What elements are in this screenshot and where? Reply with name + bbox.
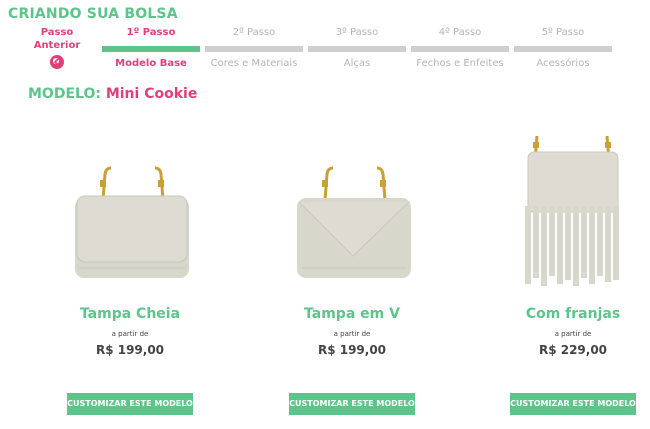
- back-arrow-icon: [50, 55, 64, 69]
- step-1-name: Modelo Base: [115, 58, 187, 69]
- step-5-name: Acessórios: [536, 58, 590, 69]
- bag-image-com-franjas[interactable]: [473, 120, 650, 290]
- page-title: CRIANDO SUA BOLSA: [8, 6, 178, 22]
- price-prefix: a partir de: [554, 330, 592, 338]
- customize-model-button[interactable]: CUSTOMIZAR ESTE MODELO: [289, 393, 415, 415]
- product-price: R$ 199,00: [95, 343, 165, 357]
- previous-step-button[interactable]: Passo Anterior: [22, 26, 92, 69]
- price-prefix: a partir de: [333, 330, 371, 338]
- step-1-number: 1º Passo: [126, 27, 176, 38]
- step-3[interactable]: 3º Passo Alças: [308, 26, 406, 69]
- product-price: R$ 229,00: [538, 343, 608, 357]
- step-3-number: 3º Passo: [335, 27, 379, 38]
- step-5[interactable]: 5º Passo Acessórios: [514, 26, 612, 69]
- product-card-tampa-em-v: Tampa em V a partir de R$ 199,00 CUSTOMI…: [252, 120, 452, 415]
- step-3-progress-bar: [308, 46, 406, 52]
- step-4-name: Fechos e Enfeites: [416, 58, 504, 69]
- customize-model-button[interactable]: CUSTOMIZAR ESTE MODELO: [67, 393, 193, 415]
- previous-step-label-line2: Anterior: [33, 40, 81, 51]
- step-2-name: Cores e Materiais: [210, 58, 298, 69]
- previous-step-label-line1: Passo: [40, 27, 74, 38]
- bag-image-tampa-cheia[interactable]: [30, 120, 230, 290]
- step-4-number: 4º Passo: [438, 27, 482, 38]
- step-4[interactable]: 4º Passo Fechos e Enfeites: [411, 26, 509, 69]
- step-3-name: Alças: [343, 58, 371, 69]
- step-1[interactable]: 1º Passo Modelo Base: [102, 26, 200, 69]
- model-label: MODELO:: [28, 86, 101, 102]
- product-card-com-franjas: Com franjas a partir de R$ 229,00 CUSTOM…: [473, 120, 650, 415]
- customize-model-button[interactable]: CUSTOMIZAR ESTE MODELO: [510, 393, 636, 415]
- bag-image-tampa-em-v[interactable]: [252, 120, 452, 290]
- model-heading: MODELO: Mini Cookie: [28, 86, 197, 102]
- price-prefix: a partir de: [111, 330, 149, 338]
- product-name: Tampa em V: [304, 306, 400, 322]
- step-5-number: 5º Passo: [541, 27, 585, 38]
- step-4-progress-bar: [411, 46, 509, 52]
- product-card-tampa-cheia: Tampa Cheia a partir de R$ 199,00 CUSTOM…: [30, 120, 230, 415]
- product-name: Com franjas: [525, 306, 621, 322]
- step-2[interactable]: 2º Passo Cores e Materiais: [205, 26, 303, 69]
- step-5-progress-bar: [514, 46, 612, 52]
- step-1-progress-bar: [102, 46, 200, 52]
- model-name: Mini Cookie: [105, 86, 198, 102]
- step-2-number: 2º Passo: [232, 27, 276, 38]
- product-name: Tampa Cheia: [79, 306, 181, 322]
- product-price: R$ 199,00: [317, 343, 387, 357]
- step-2-progress-bar: [205, 46, 303, 52]
